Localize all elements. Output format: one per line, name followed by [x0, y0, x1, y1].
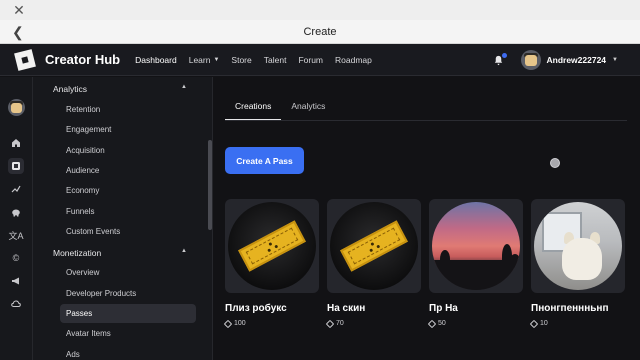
experience-avatar[interactable]	[8, 99, 25, 116]
browser-top-bar: ✕	[0, 0, 640, 20]
side-menu: Analytics ▲ Retention Engagement Acquisit…	[33, 77, 213, 360]
nav-talent[interactable]: Talent	[264, 55, 287, 65]
menu-item-developer-products[interactable]: Developer Products	[66, 289, 136, 298]
pass-price-value: 70	[336, 320, 344, 327]
notification-bell-icon[interactable]	[493, 53, 507, 67]
side-menu-scrollbar[interactable]	[208, 140, 212, 230]
dog-photo	[534, 202, 622, 290]
tab-creations[interactable]: Creations	[225, 95, 282, 121]
menu-item-overview[interactable]: Overview	[66, 268, 99, 277]
caret-down-icon: ▼	[213, 56, 220, 63]
browser-nav-bar: ❮ Create	[0, 20, 640, 44]
pass-name: На скин	[327, 303, 366, 314]
pass-price-value: 10	[540, 320, 548, 327]
copyright-icon[interactable]: ©	[8, 250, 24, 266]
ticket-icon	[238, 220, 306, 272]
pass-price: 50	[427, 319, 523, 328]
robux-icon	[529, 319, 539, 328]
pass-card[interactable]: На скин 70	[325, 199, 421, 328]
nav-talent-label: Talent	[263, 54, 287, 65]
pass-name: Пр На	[429, 303, 458, 314]
translate-icon[interactable]: 文A	[8, 227, 24, 243]
nav-store[interactable]: Store	[231, 55, 251, 65]
page-title: Create	[303, 25, 337, 38]
menu-item-audience[interactable]: Audience	[66, 166, 99, 175]
mouse-cursor	[550, 158, 560, 168]
pass-price-value: 100	[234, 320, 246, 327]
chevron-up-icon: ▲	[181, 248, 187, 254]
brand-title[interactable]: Creator Hub	[45, 52, 120, 67]
pass-price-value: 50	[438, 320, 446, 327]
tab-bar: Creations Analytics	[225, 95, 335, 121]
pass-price: 10	[529, 319, 625, 328]
notification-dot	[501, 53, 507, 58]
nav-learn-label: Learn	[188, 54, 211, 65]
menu-item-ads[interactable]: Ads	[66, 350, 80, 359]
chevron-up-icon: ▲	[181, 84, 187, 90]
pass-thumbnail	[327, 199, 421, 293]
megaphone-icon[interactable]	[8, 273, 24, 289]
analytics-section-header[interactable]: Analytics ▲	[53, 84, 187, 94]
pass-card[interactable]: Пнонгпеннньнп 10	[529, 199, 625, 328]
menu-item-funnels[interactable]: Funnels	[66, 207, 94, 216]
monetization-section-header[interactable]: Monetization ▲	[53, 248, 187, 258]
menu-item-retention[interactable]: Retention	[66, 105, 100, 114]
pass-price: 70	[325, 319, 421, 328]
nav-dashboard[interactable]: Dashboard	[135, 55, 177, 65]
nav-roadmap[interactable]: Roadmap	[335, 55, 372, 65]
analytics-section-title: Analytics	[53, 84, 88, 94]
menu-item-avatar-items[interactable]: Avatar Items	[66, 329, 111, 338]
robux-icon	[223, 319, 233, 328]
tabs-divider	[225, 120, 627, 121]
pass-card[interactable]: Пр На 50	[427, 199, 523, 328]
nav-forum-label: Forum	[298, 54, 323, 65]
top-header: Creator Hub Dashboard Learn ▼ Store Talen…	[0, 44, 640, 76]
back-arrow-icon[interactable]: ❮	[12, 24, 28, 40]
ticket-icon	[340, 220, 408, 272]
sunset-photo	[432, 202, 520, 290]
nav-dashboard-label: Dashboard	[135, 54, 177, 65]
pass-name: Пнонгпеннньнп	[531, 303, 609, 314]
username[interactable]: Andrew222724	[547, 55, 607, 65]
creations-icon[interactable]	[8, 158, 24, 174]
home-icon[interactable]	[8, 135, 24, 151]
nav-learn[interactable]: Learn ▼	[189, 55, 220, 65]
roblox-logo-icon[interactable]	[14, 48, 36, 71]
close-icon[interactable]: ✕	[12, 3, 26, 17]
menu-item-economy[interactable]: Economy	[66, 186, 99, 195]
nav-roadmap-label: Roadmap	[335, 54, 372, 65]
pass-name: Плиз робукс	[225, 303, 287, 314]
icon-rail: 文A ©	[0, 77, 33, 360]
pass-thumbnail	[225, 199, 319, 293]
header-user-area: Andrew222724 ▼	[493, 44, 618, 76]
menu-item-engagement[interactable]: Engagement	[66, 125, 111, 134]
menu-item-passes[interactable]: Passes	[60, 304, 196, 323]
robux-icon	[427, 319, 437, 328]
nav-store-label: Store	[231, 54, 252, 65]
pass-thumbnail	[429, 199, 523, 293]
user-avatar[interactable]	[520, 50, 541, 70]
tab-analytics[interactable]: Analytics	[281, 95, 335, 121]
analytics-trend-icon[interactable]	[8, 181, 24, 197]
passes-grid: Плиз робукс 100 На скин 70 Пр На 50 Пнон…	[223, 199, 625, 328]
menu-item-custom-events[interactable]: Custom Events	[66, 227, 120, 236]
pass-card[interactable]: Плиз робукс 100	[223, 199, 319, 328]
main-content: Creations Analytics Create A Pass Плиз р…	[213, 77, 640, 360]
piggy-bank-icon[interactable]	[8, 204, 24, 220]
pass-thumbnail	[531, 199, 625, 293]
top-nav: Dashboard Learn ▼ Store Talent Forum Road…	[135, 55, 372, 65]
chevron-down-icon[interactable]: ▼	[612, 57, 618, 63]
robux-icon	[325, 319, 335, 328]
pass-price: 100	[223, 319, 319, 328]
cloud-icon[interactable]	[8, 296, 24, 312]
menu-item-acquisition[interactable]: Acquisition	[66, 146, 105, 155]
nav-forum[interactable]: Forum	[298, 55, 323, 65]
monetization-section-title: Monetization	[53, 248, 102, 258]
create-pass-button[interactable]: Create A Pass	[225, 147, 304, 174]
